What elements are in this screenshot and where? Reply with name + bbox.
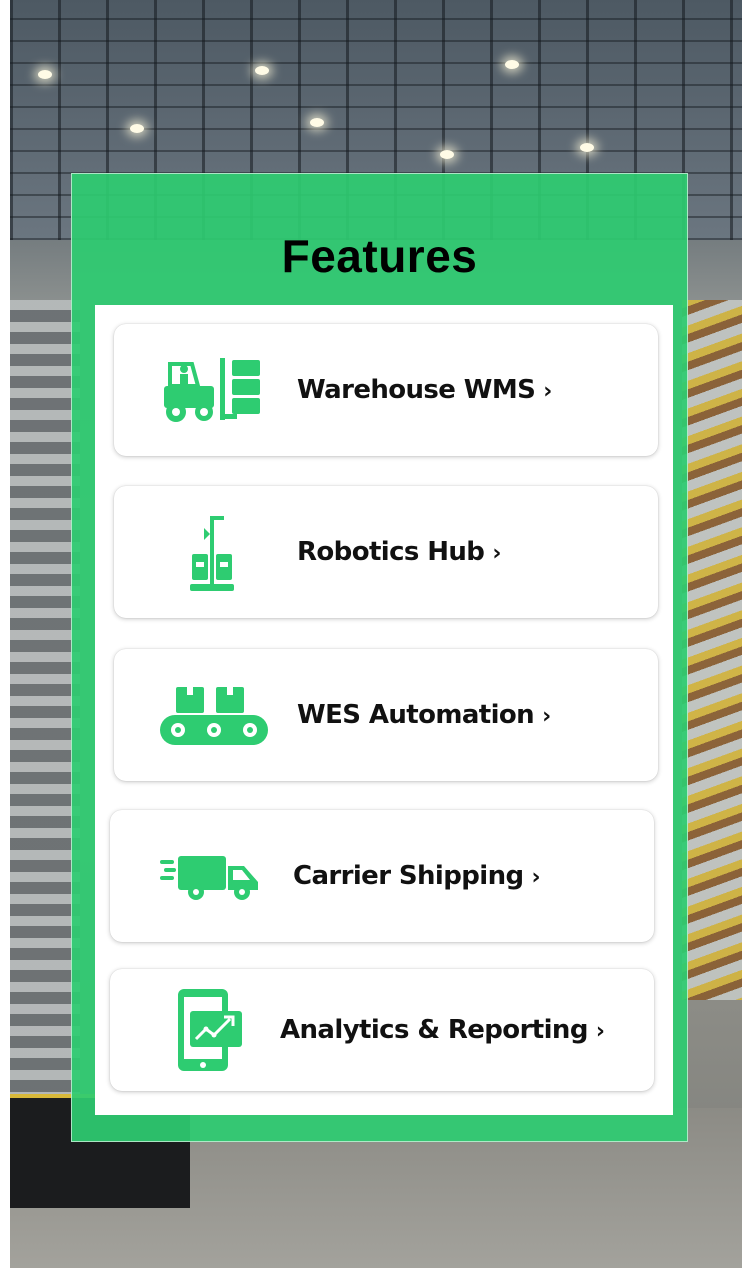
- feature-label: Robotics Hub ›: [297, 537, 501, 567]
- ceiling-light: [505, 60, 519, 69]
- features-list: Warehouse WMS › Robotics Hub › WES Autom…: [95, 305, 673, 1115]
- chevron-right-icon: ›: [492, 541, 501, 566]
- ceiling-light: [38, 70, 52, 79]
- chevron-right-icon: ›: [543, 379, 552, 404]
- conveyor-icon: [160, 687, 268, 745]
- conveyor-rollers: [682, 300, 742, 1000]
- feature-card-wes-automation[interactable]: WES Automation ›: [114, 649, 658, 781]
- delivery-truck-icon: [160, 856, 258, 900]
- ceiling-light: [255, 66, 269, 75]
- chevron-right-icon: ›: [595, 1019, 605, 1044]
- feature-card-warehouse-wms[interactable]: Warehouse WMS ›: [114, 324, 658, 456]
- ceiling-light: [580, 143, 594, 152]
- analytics-phone-icon: [178, 989, 242, 1071]
- feature-label: Analytics & Reporting ›: [280, 1015, 605, 1045]
- feature-label: WES Automation ›: [297, 700, 551, 730]
- feature-label: Carrier Shipping ›: [293, 861, 541, 891]
- left-edge-strip: [0, 0, 10, 1268]
- chevron-right-icon: ›: [542, 704, 551, 729]
- chevron-right-icon: ›: [531, 865, 541, 890]
- feature-card-analytics-reporting[interactable]: Analytics & Reporting ›: [110, 969, 654, 1091]
- ceiling-light: [440, 150, 454, 159]
- forklift-icon: [164, 358, 260, 422]
- panel-title: Features: [281, 230, 478, 282]
- ceiling-light: [310, 118, 324, 127]
- features-panel: Features Warehouse WMS › Robotics Hub › …: [71, 173, 688, 1142]
- ceiling-light: [130, 124, 144, 133]
- robot-arm-icon: [190, 516, 234, 591]
- feature-card-robotics-hub[interactable]: Robotics Hub ›: [114, 486, 658, 618]
- feature-card-carrier-shipping[interactable]: Carrier Shipping ›: [110, 810, 654, 942]
- feature-label: Warehouse WMS ›: [297, 375, 552, 405]
